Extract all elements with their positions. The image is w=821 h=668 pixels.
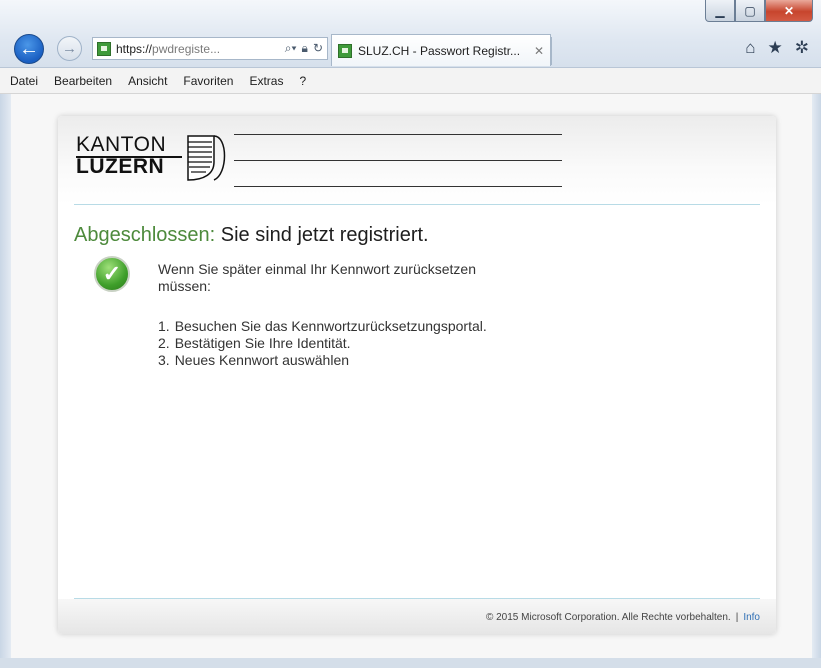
maximize-button[interactable]: ▢ [735,0,765,22]
step-number: 2. [158,335,170,351]
tab-close-icon[interactable]: ✕ [534,44,544,58]
back-button[interactable]: ← [14,34,44,64]
new-tab-area[interactable] [551,37,553,65]
search-icon[interactable]: ⌕▾ [285,41,297,56]
window-frame-right [812,94,821,668]
tab-title: SLUZ.CH - Passwort Registr... [358,43,521,58]
minimize-button[interactable]: ▁ [705,0,735,22]
star-icon[interactable]: ★ [768,38,783,58]
window-controls: ▁ ▢ ✕ [705,0,813,22]
address-bar[interactable]: https://pwdregiste... ⌕▾ 🔒︎ ↻ [92,37,328,60]
header-line-3 [234,186,562,187]
list-item: 3. Neues Kennwort auswählen [158,352,487,369]
refresh-icon[interactable]: ↻ [313,41,323,56]
logo-line-1: KANTON [76,133,167,156]
browser-title-bar: ▁ ▢ ✕ ← → https://pwdregiste... ⌕▾ 🔒︎ ↻ … [0,0,821,68]
step-number: 1. [158,318,170,334]
status-label: Abgeschlossen: [74,224,216,246]
menu-item-datei[interactable]: Datei [10,74,38,88]
window-frame-left [0,94,11,668]
browser-toolbar-icons: ⌂ ★ ✲ [745,38,809,58]
forward-arrow-icon: → [62,40,77,57]
menu-item-bearbeiten[interactable]: Bearbeiten [54,74,112,88]
close-window-button[interactable]: ✕ [765,0,813,22]
step-number: 3. [158,352,170,368]
gear-icon[interactable]: ✲ [795,38,809,58]
step-text: Neues Kennwort auswählen [174,352,350,368]
logo-line-2: LUZERN [76,155,165,178]
menu-bar: Datei Bearbeiten Ansicht Favoriten Extra… [0,68,821,94]
tab-favicon-icon [338,43,352,58]
window-frame-bottom [0,658,821,668]
page-footer: © 2015 Microsoft Corporation. Alle Recht… [486,612,760,623]
logo-divider [76,156,182,158]
forward-button[interactable]: → [57,36,82,61]
coat-of-arms-icon [187,135,226,181]
registration-card: KANTON LUZERN Abgeschlossen: Sie sind je… [58,116,776,634]
menu-item-extras[interactable]: Extras [249,74,283,88]
list-item: 2. Bestätigen Sie Ihre Identität. [158,335,487,352]
site-favicon-icon [97,41,111,56]
menu-item-favoriten[interactable]: Favoriten [183,74,233,88]
intro-text: Wenn Sie später einmal Ihr Kennwort zurü… [158,261,477,294]
steps-list: 1. Besuchen Sie das Kennwortzurücksetzun… [158,318,487,369]
header-line-2 [234,160,562,161]
status-message: Sie sind jetzt registriert. [220,224,429,246]
kanton-luzern-logo: KANTON LUZERN [76,133,182,178]
address-bar-icons: ⌕▾ 🔒︎ ↻ [285,41,323,56]
tab-sluz-passwort[interactable]: SLUZ.CH - Passwort Registr... ✕ [331,34,551,66]
step-text: Bestätigen Sie Ihre Identität. [174,335,351,351]
step-text: Besuchen Sie das Kennwortzurücksetzungsp… [174,318,487,334]
header-separator [74,204,760,205]
address-url: https://pwdregiste... [116,41,221,56]
menu-item-ansicht[interactable]: Ansicht [128,74,167,88]
header-line-1 [234,134,562,135]
lock-icon[interactable]: 🔒︎ [302,41,308,56]
checkmark-icon: ✓ [94,256,130,292]
copyright-text: © 2015 Microsoft Corporation. Alle Recht… [485,612,731,623]
menu-item-help[interactable]: ? [299,74,306,88]
back-arrow-icon: ← [19,37,39,60]
page-title: Abgeschlossen: Sie sind jetzt registrier… [74,224,429,247]
footer-separator-pipe: | [735,612,739,623]
info-link[interactable]: Info [743,612,760,623]
card-header: KANTON LUZERN [58,116,776,204]
home-icon[interactable]: ⌂ [745,38,755,58]
list-item: 1. Besuchen Sie das Kennwortzurücksetzun… [158,318,487,335]
